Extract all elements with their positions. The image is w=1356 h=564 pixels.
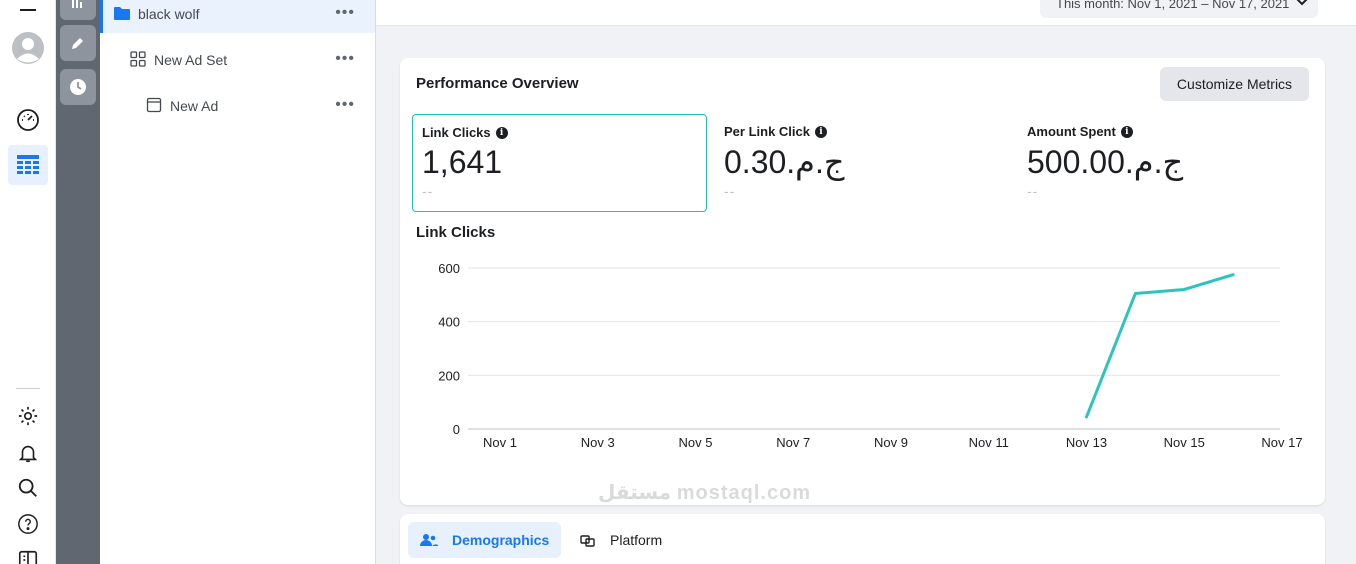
- metric-delta: --: [1027, 183, 1039, 199]
- date-range-picker[interactable]: This month: Nov 1, 2021 – Nov 17, 2021: [1040, 0, 1318, 18]
- ad-icon: [146, 97, 162, 116]
- watermark: مستقل mostaql.com: [598, 482, 812, 504]
- tool-strip: [56, 0, 100, 564]
- breakdown-card: Demographics Platform: [400, 514, 1325, 564]
- campaign-tree-panel: black wolf ••• New Ad Set ••• New Ad •••: [100, 0, 376, 564]
- x-tick-label: Nov 13: [1066, 435, 1107, 450]
- metric-name: Amount Spent: [1027, 124, 1116, 139]
- chevron-down-icon: [1296, 0, 1308, 9]
- tree-item-adset[interactable]: New Ad Set •••: [100, 41, 375, 79]
- metric-name: Per Link Click: [724, 124, 810, 139]
- metric-delta: --: [724, 183, 736, 199]
- report-icon[interactable]: [8, 540, 48, 564]
- metric-delta: --: [422, 183, 434, 199]
- more-options-icon[interactable]: •••: [335, 50, 355, 68]
- metric-name: Link Clicks: [422, 125, 491, 140]
- avatar[interactable]: [8, 28, 48, 68]
- tree-item-ad[interactable]: New Ad •••: [100, 87, 375, 125]
- chart-title: Link Clicks: [416, 224, 496, 241]
- tree-item-label: black wolf: [138, 6, 200, 22]
- customize-metrics-button[interactable]: Customize Metrics: [1160, 67, 1309, 101]
- x-tick-label: Nov 11: [969, 435, 1009, 450]
- ads-manager-table-icon[interactable]: [8, 145, 48, 185]
- date-range-label: This month: Nov 1, 2021 – Nov 17, 2021: [1056, 0, 1290, 11]
- tree-item-campaign[interactable]: black wolf •••: [100, 0, 375, 33]
- more-options-icon[interactable]: •••: [335, 96, 355, 114]
- metric-value: 500.00.ج.م: [1027, 144, 1184, 180]
- x-tick-label: Nov 5: [679, 435, 713, 450]
- y-tick-label: 200: [438, 368, 460, 383]
- notifications-bell-icon[interactable]: [8, 433, 48, 473]
- performance-overview-card: Performance Overview Customize Metrics L…: [400, 58, 1325, 505]
- x-tick-label: Nov 15: [1164, 435, 1205, 450]
- history-clock-icon[interactable]: [60, 69, 96, 105]
- more-options-icon[interactable]: •••: [335, 4, 355, 22]
- card-title: Performance Overview: [416, 75, 579, 92]
- tab-label: Demographics: [452, 532, 550, 548]
- link-clicks-line-chart: 0 200 400 600 Nov 1 Nov 3 Nov 5 Nov 7 Nov 9 Nov 1…: [438, 261, 1302, 450]
- series-line: [1085, 273, 1235, 419]
- x-tick-label: Nov 1: [483, 435, 517, 450]
- metric-value: 0.30.ج.م: [724, 144, 845, 180]
- rail-divider: [16, 388, 40, 389]
- tab-demographics[interactable]: Demographics: [408, 522, 562, 558]
- tree-item-label: New Ad: [170, 98, 219, 114]
- metric-per-link-click[interactable]: Per Link Click i 0.30.ج.م --: [715, 114, 1010, 212]
- info-icon[interactable]: i: [1120, 125, 1133, 138]
- search-icon[interactable]: [8, 468, 48, 508]
- x-tick-label: Nov 17: [1261, 435, 1302, 450]
- tree-item-label: New Ad Set: [154, 52, 228, 68]
- metric-link-clicks[interactable]: Link Clicks i 1,641 --: [412, 114, 707, 212]
- dashboard-gauge-icon[interactable]: [8, 100, 48, 140]
- menu-icon[interactable]: [8, 0, 48, 26]
- x-tick-label: Nov 9: [874, 435, 908, 450]
- global-nav-rail: [0, 0, 56, 564]
- settings-gear-icon[interactable]: [8, 396, 48, 436]
- top-bar: This month: Nov 1, 2021 – Nov 17, 2021: [376, 0, 1356, 26]
- info-icon[interactable]: i: [814, 125, 827, 138]
- metric-amount-spent[interactable]: Amount Spent i 500.00.ج.م --: [1018, 114, 1313, 212]
- y-tick-label: 400: [438, 315, 460, 330]
- platform-icon: [580, 533, 596, 547]
- y-tick-label: 0: [453, 422, 460, 437]
- help-question-icon[interactable]: [8, 504, 48, 544]
- folder-icon: [114, 6, 130, 23]
- metric-value: 1,641: [422, 144, 503, 180]
- tab-platform[interactable]: Platform: [568, 522, 674, 558]
- people-icon: [420, 533, 438, 547]
- tab-label: Platform: [610, 532, 663, 548]
- charts-bar-icon[interactable]: [60, 0, 96, 20]
- x-tick-label: Nov 7: [776, 435, 810, 450]
- y-tick-label: 600: [438, 261, 460, 276]
- edit-pencil-icon[interactable]: [60, 25, 96, 61]
- adset-grid-icon: [130, 50, 146, 70]
- info-icon[interactable]: i: [495, 126, 508, 139]
- x-tick-label: Nov 3: [581, 435, 615, 450]
